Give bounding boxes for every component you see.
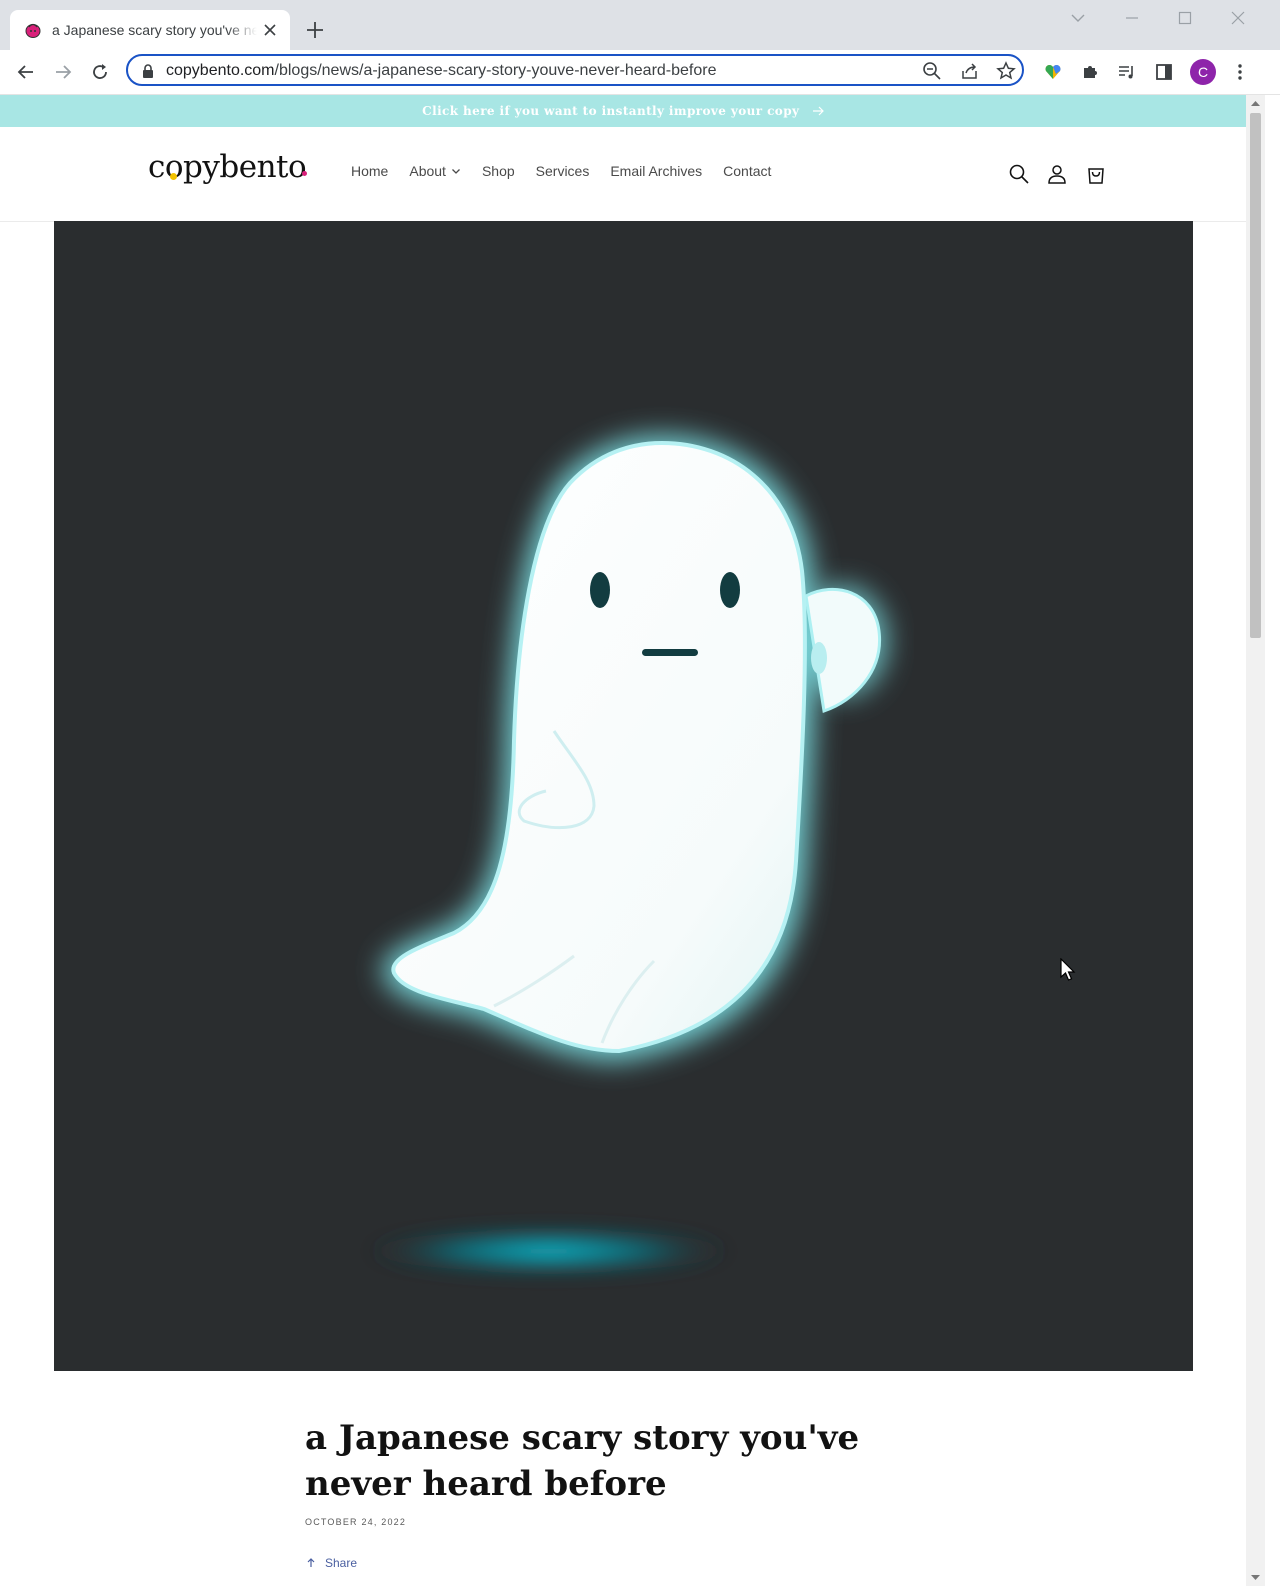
extensions-puzzle-icon[interactable]: [1080, 62, 1100, 82]
new-tab-icon[interactable]: [306, 21, 324, 39]
close-window-icon[interactable]: [1230, 10, 1246, 26]
nav-about-label: About: [409, 163, 446, 179]
page-scrollbar[interactable]: [1246, 95, 1265, 1586]
search-icon[interactable]: [1008, 163, 1030, 185]
url-host: copybento.com: [166, 62, 275, 79]
tab-title: a Japanese scary story you've never hear…: [52, 22, 257, 38]
nav-email-archives[interactable]: Email Archives: [610, 163, 702, 179]
lock-icon[interactable]: [142, 64, 154, 78]
heart-extension-icon[interactable]: [1043, 62, 1063, 82]
scroll-up-arrow-icon[interactable]: [1251, 99, 1260, 108]
share-button[interactable]: Share: [305, 1556, 357, 1570]
media-control-icon[interactable]: [1117, 62, 1137, 82]
arrow-right-icon: [812, 106, 824, 116]
side-panel-icon[interactable]: [1154, 62, 1174, 82]
nav-services[interactable]: Services: [536, 163, 590, 179]
article-hero-image: [54, 221, 1193, 1371]
share-icon: [307, 1558, 315, 1567]
main-nav: Home About Shop Services Email Archives …: [351, 163, 792, 179]
scroll-down-arrow-icon[interactable]: [1251, 1573, 1260, 1582]
tab-search-icon[interactable]: [1070, 10, 1086, 26]
bookmark-star-icon[interactable]: [996, 61, 1016, 81]
window-edge: [1265, 95, 1280, 1586]
nav-home[interactable]: Home: [351, 163, 388, 179]
announcement-text[interactable]: Click here if you want to instantly impr…: [422, 104, 799, 118]
zoom-icon[interactable]: [922, 61, 942, 81]
nav-shop[interactable]: Shop: [482, 163, 515, 179]
account-icon[interactable]: [1046, 163, 1068, 185]
logo-yellow-dot: [170, 173, 177, 180]
cart-icon[interactable]: [1085, 163, 1107, 185]
browser-tab-strip: a Japanese scary story you've never hear…: [0, 0, 1280, 50]
nav-about[interactable]: About: [409, 163, 461, 179]
share-label: Share: [325, 1556, 358, 1570]
url-text[interactable]: copybento.com/blogs/news/a-japanese-scar…: [166, 62, 717, 80]
address-bar[interactable]: copybento.com/blogs/news/a-japanese-scar…: [126, 54, 1024, 86]
announcement-bar[interactable]: Click here if you want to instantly impr…: [0, 95, 1246, 127]
close-tab-icon[interactable]: [262, 22, 278, 38]
url-path: /blogs/news/a-japanese-scary-story-youve…: [274, 62, 717, 79]
forward-icon[interactable]: [53, 62, 73, 82]
back-icon[interactable]: [16, 62, 36, 82]
reload-icon[interactable]: [90, 62, 110, 82]
browser-toolbar: copybento.com/blogs/news/a-japanese-scar…: [0, 50, 1280, 95]
ghost-illustration: [364, 436, 887, 1273]
page-viewport: Click here if you want to instantly impr…: [0, 95, 1246, 1586]
nav-contact[interactable]: Contact: [723, 163, 771, 179]
minimize-icon[interactable]: [1124, 10, 1140, 26]
site-header: copybento Home About Shop Services Email…: [0, 127, 1246, 222]
share-page-icon[interactable]: [960, 61, 980, 81]
article-title: a Japanese scary story you've never hear…: [305, 1418, 860, 1504]
article-date: OCTOBER 24, 2022: [305, 1517, 407, 1527]
more-menu-icon[interactable]: [1230, 62, 1250, 82]
chevron-down-icon: [451, 169, 460, 174]
logo-pink-dot: [302, 171, 308, 176]
browser-tab[interactable]: a Japanese scary story you've never hear…: [10, 10, 290, 50]
bento-favicon-icon: [25, 23, 41, 38]
maximize-icon[interactable]: [1177, 10, 1193, 26]
scroll-thumb[interactable]: [1250, 113, 1261, 638]
profile-avatar[interactable]: C: [1190, 59, 1216, 85]
site-logo[interactable]: copybento: [148, 149, 308, 185]
mouse-cursor-icon: [1060, 958, 1076, 981]
